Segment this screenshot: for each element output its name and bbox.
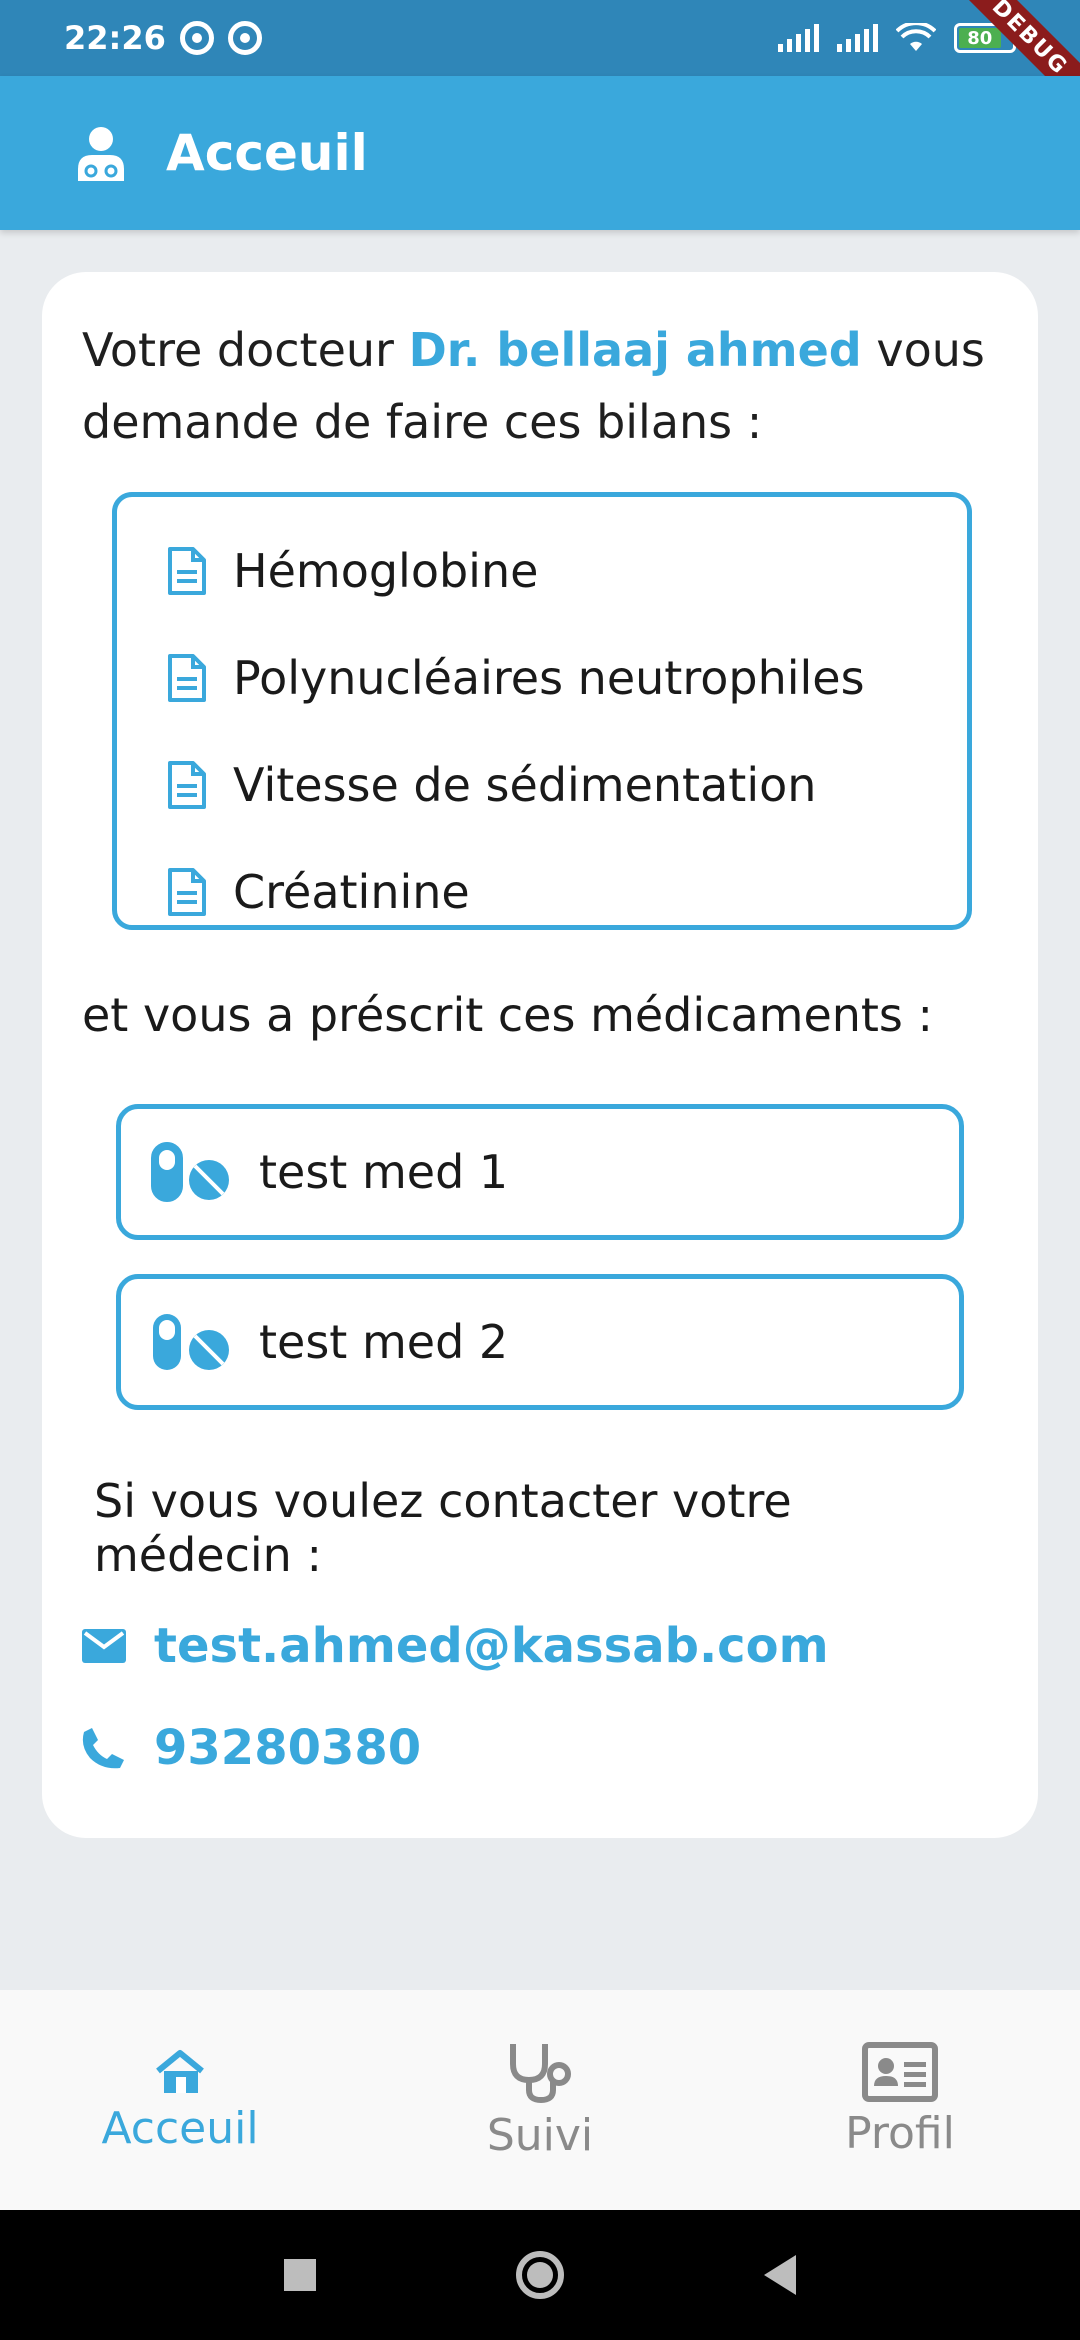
test-item: Polynucléaires neutrophiles [167,624,967,731]
mail-icon [82,1629,126,1663]
phone-text: 93280380 [154,1720,422,1776]
tests-list: Hémoglobine Polynucléaires neutrophiles … [112,492,972,930]
signal-icon [778,24,819,52]
phone-link[interactable]: 93280380 [82,1720,998,1776]
battery-level: 80 [959,28,1001,49]
document-icon [168,760,206,809]
wifi-icon [896,23,936,51]
email-link[interactable]: test.ahmed@kassab.com [82,1618,998,1674]
home-button[interactable] [516,2251,564,2299]
recent-apps-button[interactable] [284,2259,316,2291]
phone-icon [82,1728,124,1769]
home-icon [156,2049,204,2093]
doctor-name: Dr. bellaaj ahmed [408,323,862,377]
email-text: test.ahmed@kassab.com [154,1618,829,1674]
summary-card: Votre docteur Dr. bellaaj ahmed vous dem… [42,272,1038,1838]
signal-icon-2 [837,24,878,52]
nav-suivi[interactable]: Suivi [390,2040,690,2161]
intro-text: Votre docteur Dr. bellaaj ahmed vous dem… [82,314,998,458]
pills-icon [153,1314,229,1370]
nav-label: Profil [845,2107,955,2159]
stethoscope-icon [510,2043,571,2103]
test-name: Vitesse de sédimentation [233,757,817,812]
pills-icon [151,1142,229,1202]
medication-item[interactable]: test med 1 [116,1104,964,1240]
system-navigation-bar [0,2210,1080,2340]
id-card-icon [862,2041,938,2102]
nav-label: Suivi [486,2109,594,2161]
medication-name: test med 1 [259,1145,509,1199]
nav-profil[interactable]: Profil [750,2041,1050,2159]
document-icon [168,546,206,595]
back-button[interactable] [764,2255,796,2295]
notification-icon [179,21,214,55]
medication-item[interactable]: test med 2 [116,1274,964,1410]
test-name: Hémoglobine [233,543,539,598]
document-icon [168,867,206,916]
nav-label: Acceuil [101,2102,259,2154]
medication-name: test med 2 [259,1315,509,1369]
test-item: Hémoglobine [167,517,967,624]
page-title: Acceuil [166,124,368,182]
contact-title: Si vous voulez contacter votre médecin : [94,1474,792,1582]
status-bar: 22:26 80 DEBUG [0,0,1080,127]
test-name: Créatinine [233,864,470,919]
clock: 22:26 [64,19,166,57]
status-right: 80 [778,23,1016,53]
intro-prefix: Votre docteur [82,323,409,377]
doctor-icon [78,127,124,181]
bottom-navigation: Acceuil Suivi Profil [0,1990,1080,2210]
document-icon [168,653,206,702]
test-name: Polynucléaires neutrophiles [233,650,865,705]
status-left: 22:26 [64,19,262,57]
app-bar: Acceuil [0,76,1080,230]
notification-icon-2 [227,21,262,55]
test-item: Créatinine [167,838,967,945]
test-item: Vitesse de sédimentation [167,731,967,838]
prescription-label: et vous a préscrit ces médicaments : [82,988,934,1042]
nav-acceuil[interactable]: Acceuil [30,2047,330,2154]
